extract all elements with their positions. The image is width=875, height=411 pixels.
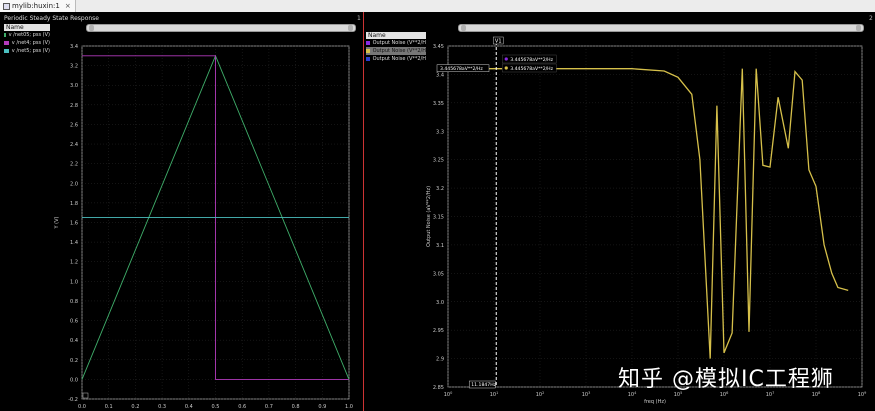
y-tick-label: 3.4 [70,44,78,50]
x-tick-label: 102 [536,391,545,398]
x-tick-label: 0.6 [238,404,246,410]
x-tick-label: 0.9 [318,404,326,410]
y-axis-label: Y (V) [54,216,60,229]
y-tick-label: 2.0 [70,181,78,187]
y-tick-label: 3.3 [436,129,444,135]
y-tick-label: 1.6 [70,221,78,227]
window-tab[interactable]: mylib:huxin:1 × [0,0,76,12]
marker-label: V1 [495,39,502,45]
x-axis-label: freq (Hz) [644,399,666,405]
y-tick-label: 3.2 [70,64,78,70]
x-tick-label: 1.0 [345,404,353,410]
y-tick-label: 3.0 [436,300,444,306]
x-tick-label: 0.4 [185,404,193,410]
x-tick-label: 0.1 [105,404,113,410]
y-tick-label: 1.8 [70,201,78,207]
x-tick-label: 0.0 [78,404,86,410]
marker-readout-text: 3.445678aV**2/Hz [510,66,553,72]
y-tick-label: 3.05 [433,271,444,277]
right-graph-pane: 2 Name Output Noise (V**2/H Output Noise … [364,12,875,411]
x-tick-label: 0.3 [158,404,166,410]
y-tick-label: 3.25 [433,158,444,164]
y-tick-label: 2.8 [70,103,78,109]
y-tick-label: 0.0 [70,377,78,383]
y-tick-label: 2.85 [433,385,444,391]
marker-readout-dot [504,66,508,70]
y-tick-label: 3.1 [436,243,444,249]
x-tick-label: 100 [444,391,453,398]
left-chart[interactable]: -0.20.00.20.40.60.81.01.21.41.61.82.02.2… [0,12,363,411]
y-tick-label: 0.8 [70,299,78,305]
y-tick-label: 3.35 [433,101,444,107]
y-tick-label: 3.0 [70,83,78,89]
y-axis-label: Output Noise (aV**2/Hz) [426,186,432,247]
y-tick-label: 3.15 [433,215,444,221]
y-tick-label: 0.6 [70,319,78,325]
y-tick-label: 1.4 [70,240,78,246]
y-tick-label: 2.95 [433,328,444,334]
y-tick-label: 2.9 [436,357,444,363]
y-tick-label: 3.4 [436,72,444,78]
marker-value-left: 3.445678aV**2/Hz [440,66,483,72]
x-tick-label: 0.8 [292,404,300,410]
y-tick-label: 2.2 [70,162,78,168]
x-tick-label: 0.7 [265,404,273,410]
y-tick-label: -0.2 [68,397,78,403]
corner-marker [82,392,89,399]
series-line [448,68,849,359]
y-tick-label: 1.2 [70,260,78,266]
x-tick-label: 0.2 [131,404,139,410]
y-tick-label: 2.4 [70,142,78,148]
x-tick-label: 103 [582,391,591,398]
right-chart[interactable]: 2.85 2.9 2.95 3.0 3.05 3.1 3.15 3.2 3.25 3.3 3.35 3… [364,12,875,411]
close-icon[interactable]: × [65,0,71,12]
marker-readout-dot [504,57,508,61]
window-icon [3,2,10,10]
y-tick-label: 3.2 [436,186,444,192]
marker-readout-text: 3.445678aV**2/Hz [510,57,553,63]
watermark-text: 知乎 @模拟IC工程狮 [618,367,834,392]
y-tick-label: 1.0 [70,279,78,285]
left-graph-pane: Periodic Steady State Response 1 Name v … [0,12,364,411]
y-tick-label: 0.4 [70,338,78,344]
y-tick-label: 0.2 [70,358,78,364]
y-tick-label: 2.6 [70,122,78,128]
x-tick-label: 101 [490,391,499,398]
y-tick-label: 3.45 [433,44,444,50]
x-tick-label: 0.5 [212,404,220,410]
x-tick-label: 109 [858,391,867,398]
marker-x-readout: 11.1847Hz [471,382,496,388]
window-tab-title: mylib:huxin:1 [12,2,60,10]
